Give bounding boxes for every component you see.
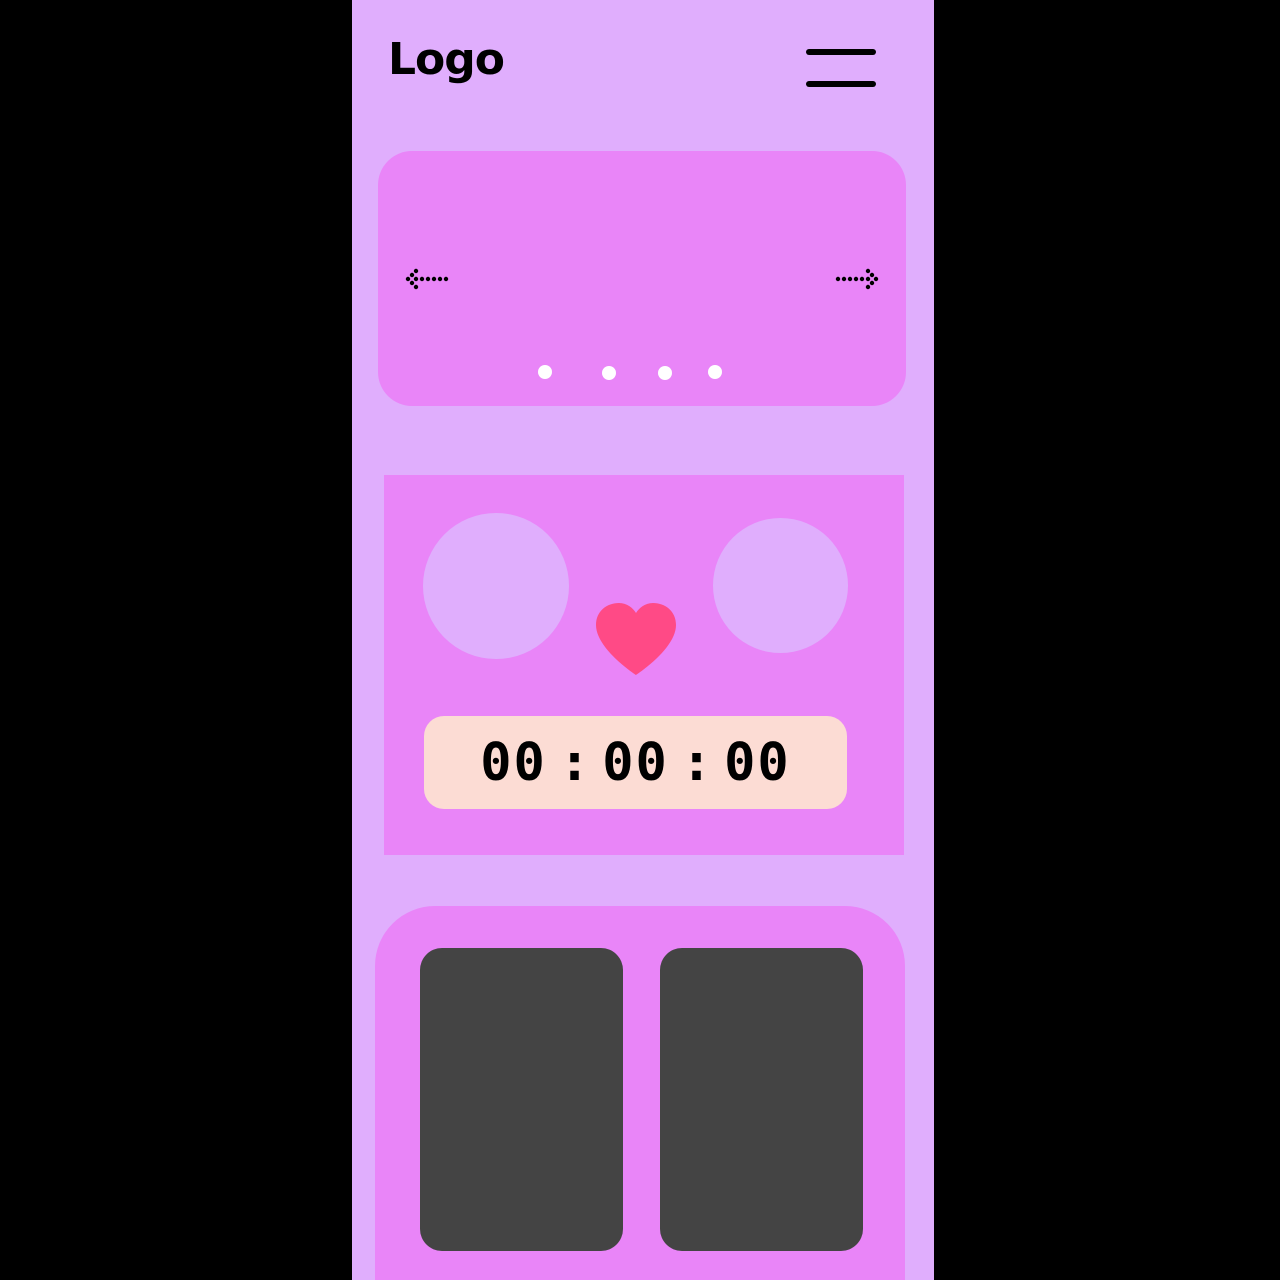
menu-button[interactable]: [806, 46, 876, 90]
timer-seconds: 00: [724, 732, 791, 793]
countdown-timer: 00 : 00 : 00: [424, 716, 847, 809]
dotted-arrow-left-icon: [405, 268, 449, 290]
carousel-dot-2[interactable]: [602, 366, 616, 380]
carousel-pagination: [378, 365, 906, 381]
dotted-arrow-right-icon: [835, 268, 879, 290]
app-screen: Logo 00: 00: 00: [352, 0, 934, 1280]
gallery-card: [375, 906, 905, 1280]
heart-icon: [596, 603, 676, 675]
carousel-prev-button[interactable]: [404, 265, 450, 293]
avatar-right[interactable]: [713, 518, 848, 653]
carousel-dot-3[interactable]: [658, 366, 672, 380]
timer-hours: 00: [480, 732, 547, 793]
image-placeholder-2[interactable]: [660, 948, 863, 1251]
image-carousel: [378, 151, 906, 406]
timer-separator: :: [558, 732, 591, 793]
timer-separator: :: [680, 732, 713, 793]
hamburger-menu-icon-bar: [806, 81, 876, 87]
carousel-next-button[interactable]: [834, 265, 880, 293]
countdown-card: 00 : 00 : 00: [384, 475, 904, 855]
timer-minutes: 00: [602, 732, 669, 793]
carousel-dot-1[interactable]: [538, 365, 552, 379]
hamburger-menu-icon: [806, 49, 876, 55]
carousel-dot-4[interactable]: [708, 365, 722, 379]
avatar-left[interactable]: [423, 513, 569, 659]
logo[interactable]: Logo: [388, 32, 505, 88]
image-placeholder-1[interactable]: [420, 948, 623, 1251]
